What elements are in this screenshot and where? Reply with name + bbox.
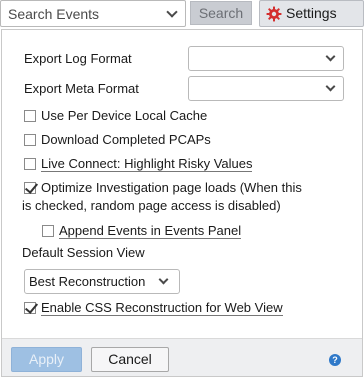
append-events-label[interactable]: Append Events in Events Panel: [59, 223, 242, 239]
settings-button[interactable]: Settings: [259, 0, 364, 27]
search-button[interactable]: Search: [190, 1, 252, 25]
apply-button[interactable]: Apply: [11, 347, 82, 372]
optimize-investigation-label-line2: is checked, random page access is disabl…: [22, 198, 281, 213]
default-session-view-select[interactable]: Best Reconstruction: [24, 269, 180, 294]
export-meta-format-label: Export Meta Format: [24, 81, 139, 96]
chevron-down-icon: [158, 274, 169, 285]
help-icon[interactable]: ?: [329, 354, 341, 366]
export-log-format-select[interactable]: [188, 46, 344, 71]
export-log-format-label: Export Log Format: [24, 51, 132, 66]
css-reconstruction-label[interactable]: Enable CSS Reconstruction for Web View: [41, 300, 283, 316]
live-connect-label[interactable]: Live Connect: Highlight Risky Values: [41, 156, 253, 172]
cancel-button[interactable]: Cancel: [91, 347, 169, 372]
dialog-footer: Apply Cancel ?: [2, 338, 362, 376]
live-connect-checkbox[interactable]: [24, 158, 36, 170]
top-toolbar: Search Events Search Settings: [0, 0, 364, 27]
css-reconstruction-checkbox[interactable]: [24, 302, 36, 314]
download-pcaps-checkbox[interactable]: [24, 134, 36, 146]
settings-panel: Export Log Format Export Meta Format Use…: [1, 29, 363, 377]
settings-button-label: Settings: [286, 5, 337, 21]
gear-icon: [266, 6, 282, 22]
append-events-checkbox[interactable]: [42, 225, 54, 237]
default-session-view-label: Default Session View: [22, 245, 145, 260]
download-pcaps-label: Download Completed PCAPs: [41, 132, 211, 147]
optimize-investigation-checkbox[interactable]: [24, 182, 36, 194]
search-type-select[interactable]: Search Events: [0, 0, 186, 27]
chevron-down-icon: [325, 81, 336, 92]
default-session-view-value: Best Reconstruction: [29, 274, 146, 289]
export-meta-format-select[interactable]: [188, 76, 344, 101]
optimize-investigation-label-line1: Optimize Investigation page loads (When …: [41, 180, 302, 195]
search-type-value: Search Events: [8, 6, 100, 22]
chevron-down-icon: [325, 51, 336, 62]
chevron-down-icon: [166, 6, 178, 18]
local-cache-checkbox[interactable]: [24, 110, 36, 122]
local-cache-label: Use Per Device Local Cache: [41, 108, 208, 123]
